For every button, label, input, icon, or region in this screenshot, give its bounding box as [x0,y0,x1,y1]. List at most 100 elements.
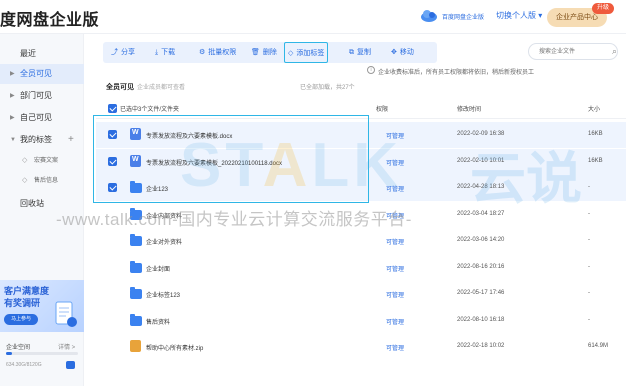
upgrade-badge[interactable]: 升级 [592,3,614,14]
row-permission[interactable]: 可管理 [386,264,404,273]
top-bar: 度网盘企业版 百度网盘企业版 切换个人版 ▾ 企业产品中心 升级 [0,0,626,34]
copy-button[interactable]: ⧉ 复制 [349,42,371,63]
storage-manage-icon[interactable] [66,361,75,369]
table-row[interactable]: 售后资料 可管理 2022-08-10 16:18 - [96,308,626,334]
cloud-logo-icon [421,10,437,22]
info-icon: i [367,66,375,74]
tag-label: 售后信息 [34,178,59,184]
loaded-count: 已全部加载，共27个 [300,85,355,91]
storage-progress-fill [6,352,12,355]
download-button[interactable]: ⤓ 下载 [155,42,175,63]
header-size[interactable]: 大小 [588,104,600,113]
permission-icon: ⚙ [199,49,206,56]
row-file-name: 企业封面 [146,266,171,273]
table-row[interactable]: 企业封面 可管理 2022-08-16 20:16 - [96,255,626,281]
share-icon: ⤴ [111,49,118,56]
sidebar-tag-item[interactable]: ◇ 宏赛文案 [0,152,84,170]
row-permission[interactable]: 可管理 [386,290,404,299]
row-file-name: 帮助中心所有素材.zip [146,346,204,352]
banner-join-button[interactable]: 马上参与 [4,314,38,325]
watermark-logo: STALK [180,131,403,200]
tag-label: 宏赛文案 [34,158,59,164]
breadcrumb-current: 全员可见 [106,84,134,91]
row-permission[interactable]: 可管理 [386,317,404,326]
storage-detail-link[interactable]: 详情 > [58,342,75,351]
watermark-url: -www.talk.com-国内专业云计算交流服务平台- [56,210,412,229]
action-toolbar: ⤴ 分享 ⤓ 下载 ⚙ 批量权限 🗑 删除 ◇ 添加标签 ⧉ 复制 ✥ 移动 [103,42,437,63]
share-button[interactable]: ⤴ 分享 [111,42,135,63]
header-name: 已选中3个文件/文件夹 [120,107,180,113]
sidebar-item-label: 最近 [20,49,36,58]
survey-banner[interactable]: 客户满意度 有奖调研 马上参与 [0,280,84,332]
sidebar-item-all-visible[interactable]: ▶ 全员可见 [0,64,84,84]
search-icon[interactable]: ⌕ [612,46,617,57]
sidebar-item-label: 部门可见 [20,91,52,100]
row-size: - [588,210,590,217]
caret-right-icon: ▶ [10,71,15,77]
header-modified-time[interactable]: 修改时间 [457,104,481,113]
sidebar-item-label: 自己可见 [20,113,52,122]
breadcrumb-description: 企业成员都可查看 [137,85,186,91]
row-permission[interactable]: 可管理 [386,237,404,246]
survey-illustration-icon [55,301,77,327]
notice-text: 企业收费标准后，所有员工权限都将依旧，稍后新授权员工 [378,70,535,76]
download-icon: ⤓ [155,49,159,56]
tag-icon: ◇ [22,157,28,164]
table-row[interactable]: 企业标签123 可管理 2022-05-17 17:46 - [96,281,626,307]
row-permission[interactable]: 可管理 [386,343,404,352]
storage-progress-bar [6,352,78,355]
row-size: 614.9M [588,343,609,349]
storage-usage-text: 634.30G/8120G [6,362,42,368]
row-size: 16KB [588,157,603,164]
batch-permission-button[interactable]: ⚙ 批量权限 [199,42,236,63]
sidebar-item-my-tags[interactable]: ▼ 我的标签 + [0,130,84,150]
add-tag-button[interactable]: ◇ 添加标签 [284,42,329,63]
sidebar-item-label: 全员可见 [20,69,52,78]
row-file-name: 售后资料 [146,319,171,326]
table-row[interactable]: 帮助中心所有素材.zip 可管理 2022-02-18 10:02 614.9M [96,334,626,360]
row-modified-time: 2022-05-17 17:46 [457,290,505,296]
banner-subtitle: 有奖调研 [4,298,41,308]
trash-icon: 🗑 [251,49,260,56]
row-size: - [588,316,590,323]
sidebar-item-self-visible[interactable]: ▶ 自己可见 [0,108,84,128]
delete-button[interactable]: 🗑 删除 [251,42,277,63]
row-file-name: 企业标签123 [146,293,181,299]
copy-icon: ⧉ [349,49,354,56]
table-row[interactable]: 企业对外资料 可管理 2022-03-06 14:20 - [96,228,626,254]
edition-label: 百度网盘企业版 [442,15,485,21]
caret-right-icon: ▶ [10,115,15,121]
sidebar-item-label: 回收站 [20,199,44,208]
row-size: - [588,237,590,243]
folder-icon [130,313,142,326]
row-modified-time: 2022-02-18 10:02 [457,343,505,349]
row-file-name: 企业对外资料 [146,240,183,246]
sidebar-tag-item[interactable]: ◇ 售后信息 [0,172,84,190]
move-button[interactable]: ✥ 移动 [391,42,414,63]
row-size: - [588,184,590,190]
row-size: - [588,290,590,296]
row-modified-time: 2022-03-06 14:20 [457,237,505,243]
header-permission[interactable]: 权限 [376,104,388,113]
sidebar-item-dept-visible[interactable]: ▶ 部门可见 [0,86,84,106]
move-icon: ✥ [391,49,397,56]
tag-icon: ◇ [22,177,28,184]
tag-icon: ◇ [288,50,294,57]
app-title: 度网盘企业版 [0,12,100,29]
sidebar-item-label: 我的标签 [20,135,52,144]
row-modified-time: 2022-08-16 20:16 [457,263,505,270]
caret-down-icon: ▼ [10,137,16,143]
zip-file-icon [130,340,141,352]
folder-icon [130,287,142,299]
switch-personal-button[interactable]: 切换个人版 ▾ [496,10,542,21]
folder-icon [130,234,142,246]
caret-right-icon: ▶ [10,93,15,99]
row-modified-time: 2022-08-10 16:18 [457,316,505,323]
select-all-checkbox[interactable] [108,104,117,113]
search-input[interactable] [528,43,618,60]
sidebar-item-recent[interactable]: 最近 [0,44,84,64]
add-tag-plus-icon[interactable]: + [68,130,74,150]
row-size: - [588,263,590,270]
watermark-cn: 云说 [470,147,582,210]
storage-title: 企业空间 [6,345,31,351]
